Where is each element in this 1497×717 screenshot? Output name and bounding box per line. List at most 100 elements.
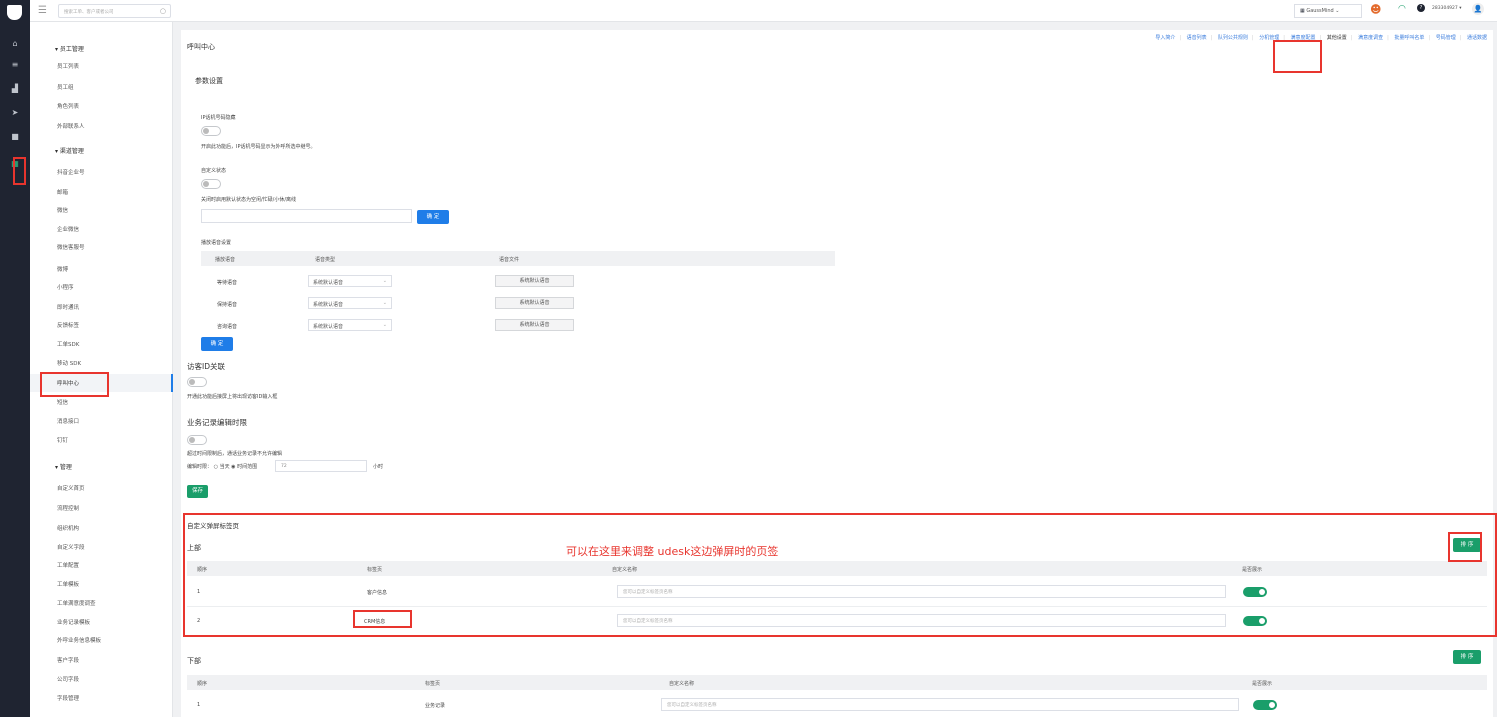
search-icon[interactable]: ○ xyxy=(160,7,166,15)
lower-row-order: 1 xyxy=(197,702,201,708)
rail-highlight-box xyxy=(13,157,26,185)
udesk-logo xyxy=(7,5,22,20)
custom-status-input[interactable] xyxy=(201,209,412,223)
voice-type-select[interactable]: 系统默认语音 ⌄ xyxy=(308,297,392,309)
wifi-icon: ◠ xyxy=(1398,4,1406,14)
tab-import[interactable]: 导入简介 xyxy=(1155,35,1175,41)
bizrec-title: 业务记录编辑时限 xyxy=(187,418,247,427)
voice-file-button[interactable]: 系统默认语音 xyxy=(495,275,574,287)
user-avatar-icon[interactable]: 👤 xyxy=(1472,3,1484,15)
sidebar-item[interactable]: 公司字段 xyxy=(57,675,79,683)
sidebar-item[interactable]: 员工列表 xyxy=(57,62,79,70)
workspace-select[interactable]: ▦ GaussMind ⌄ xyxy=(1294,4,1362,18)
bizrec-limit-row: 编辑时限： ○ 当天 ◉ 时间范围 xyxy=(187,464,258,470)
custom-status-label: 自定义状态 xyxy=(201,168,227,174)
sidebar-item[interactable]: 反馈标签 xyxy=(57,321,79,329)
visitor-id-title: 访客ID关联 xyxy=(187,362,225,371)
sidebar-item[interactable]: 小程序 xyxy=(57,283,74,291)
voice-row-name: 咨询语音 xyxy=(217,324,238,330)
bizrec-unit: 小时 xyxy=(373,464,384,470)
voice-file-button[interactable]: 系统默认语音 xyxy=(495,319,574,331)
sidebar-item[interactable]: 外部联系人 xyxy=(57,122,85,130)
sidebar-group-admin[interactable]: ▾ 管理 xyxy=(55,462,72,471)
sidebar-item[interactable]: 员工组 xyxy=(57,83,74,91)
lower-row-tab: 业务记录 xyxy=(425,703,446,709)
ip-hide-toggle[interactable] xyxy=(201,126,221,136)
sidebar-item[interactable]: 客户字段 xyxy=(57,656,79,664)
lower-sort-button[interactable]: 排 序 xyxy=(1453,650,1481,664)
bizrec-toggle[interactable] xyxy=(187,435,207,445)
voice-row-name: 保持语音 xyxy=(217,302,238,308)
sidebar-highlight-box xyxy=(40,372,109,397)
help-icon[interactable]: ? xyxy=(1417,4,1425,12)
tab-highlight-box xyxy=(1273,40,1322,73)
voice-file-button[interactable]: 系统默认语音 xyxy=(495,297,574,309)
sidebar-item[interactable]: 微博 xyxy=(57,265,68,273)
voice-confirm-button[interactable]: 确 定 xyxy=(201,337,233,351)
voice-type-select[interactable]: 系统默认语音 ⌄ xyxy=(308,275,392,287)
tab-call-data[interactable]: 通话数据 xyxy=(1467,35,1487,41)
tab-other-settings[interactable]: 其他设置 xyxy=(1327,35,1347,41)
home-icon[interactable]: ⌂ xyxy=(0,37,30,51)
sidebar-item[interactable]: 抖音企业号 xyxy=(57,168,85,176)
bizrec-desc: 超过时间限制后，通话业务记录不允许编辑 xyxy=(187,451,283,457)
sidebar-item[interactable]: 工单满意度调查 xyxy=(57,599,96,607)
tab-batch-call[interactable]: 批量呼叫名单 xyxy=(1394,35,1424,41)
account-menu[interactable]: 283304927 ▾ xyxy=(1432,6,1461,11)
chevron-down-icon: ⌄ xyxy=(382,278,387,284)
status-avatar-icon[interactable]: ☻ xyxy=(1370,3,1381,16)
sidebar-item[interactable]: 即时通讯 xyxy=(57,303,79,311)
voice-row-name: 等待语音 xyxy=(217,280,238,286)
status-confirm-button[interactable]: 确 定 xyxy=(417,210,449,224)
lower-table-header: 顺序 标签页 自定义名称 是否展示 xyxy=(187,675,1487,690)
visitor-id-toggle[interactable] xyxy=(187,377,207,387)
sidebar-item[interactable]: 企业微信 xyxy=(57,225,79,233)
sidebar-item[interactable]: 消息接口 xyxy=(57,417,79,425)
sidebar-item[interactable]: 工单配置 xyxy=(57,561,79,569)
tab-number-management[interactable]: 号码管理 xyxy=(1436,35,1456,41)
menu-toggle-icon[interactable]: ☰ xyxy=(38,5,47,16)
sidebar-item[interactable]: 工单SDK xyxy=(57,340,79,348)
page-title: 呼叫中心 xyxy=(187,43,215,51)
voice-table-header: 播放语音 语音类型 语音文件 xyxy=(201,251,835,266)
sidebar-item[interactable]: 移动 SDK xyxy=(57,359,81,367)
sidebar-group-staff[interactable]: ▾ 员工管理 xyxy=(55,44,84,53)
global-search-input[interactable]: 搜索工单、客户或者公司 ○ xyxy=(58,4,171,18)
icon-rail: ⌂ ≡ ▟ ➤ ■ ▦ xyxy=(0,0,30,717)
sidebar-item[interactable]: 邮箱 xyxy=(57,188,68,196)
lower-section-label: 下部 xyxy=(187,657,201,665)
chevron-down-icon: ⌄ xyxy=(382,322,387,328)
sidebar-item[interactable]: 外呼业务信息模板 xyxy=(57,636,101,644)
tab-satisfaction-survey[interactable]: 满意度调查 xyxy=(1358,35,1383,41)
custom-status-toggle[interactable] xyxy=(201,179,221,189)
lower-row-custom-name[interactable]: 您可以自定义标签页名称 xyxy=(661,698,1239,711)
tab-voice-list[interactable]: 语音列表 xyxy=(1187,35,1207,41)
settings-sidebar: ▾ 员工管理 员工列表 员工组 角色列表 外部联系人 ▾ 渠道管理 抖音企业号 … xyxy=(30,22,173,717)
chevron-down-icon: ⌄ xyxy=(382,300,387,306)
voice-type-select[interactable]: 系统默认语音 ⌄ xyxy=(308,319,392,331)
sidebar-item[interactable]: 组织机构 xyxy=(57,524,79,532)
sidebar-item[interactable]: 微信客服号 xyxy=(57,243,85,251)
sidebar-item[interactable]: 字段管理 xyxy=(57,694,79,702)
send-icon[interactable]: ➤ xyxy=(0,106,30,120)
sidebar-item[interactable]: 短信 xyxy=(57,398,68,406)
list-icon[interactable]: ≡ xyxy=(0,58,30,72)
sidebar-item[interactable]: 微信 xyxy=(57,206,68,214)
sidebar-item[interactable]: 自定义首页 xyxy=(57,484,85,492)
sidebar-item[interactable]: 流程控制 xyxy=(57,504,79,512)
sidebar-item[interactable]: 钉钉 xyxy=(57,436,68,444)
sidebar-item[interactable]: 角色列表 xyxy=(57,102,79,110)
bizrec-hours-input[interactable]: 72 xyxy=(275,460,367,472)
ip-hide-label: IP话机号码隐藏 xyxy=(201,115,236,121)
voice-settings-title: 播放语音设置 xyxy=(201,240,232,246)
sidebar-group-channels[interactable]: ▾ 渠道管理 xyxy=(55,146,84,155)
sidebar-item[interactable]: 自定义字段 xyxy=(57,543,85,551)
lower-row-display-toggle[interactable] xyxy=(1253,700,1277,710)
bizrec-save-button[interactable]: 保存 xyxy=(187,485,208,498)
sidebar-item[interactable]: 工单模板 xyxy=(57,580,79,588)
chart-icon[interactable]: ▟ xyxy=(0,82,30,96)
tab-queue-rules[interactable]: 队列公共规则 xyxy=(1218,35,1248,41)
box-icon[interactable]: ■ xyxy=(0,130,30,144)
sidebar-item[interactable]: 业务记录模板 xyxy=(57,618,90,626)
ip-hide-desc: 开启此功能后，IP话机号码显示为外呼所选中继号。 xyxy=(201,144,316,150)
